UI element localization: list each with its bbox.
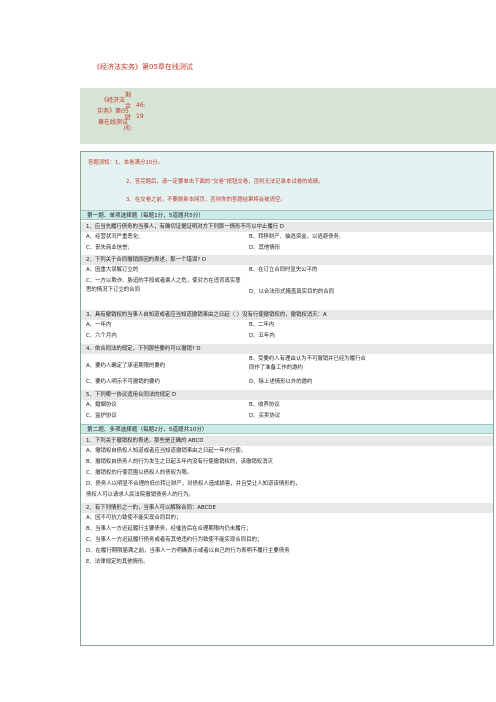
question-title: 2、有下列情形之一的，当事人可以解除合同：ABCDE xyxy=(81,503,493,513)
option-label[interactable]: A、要约人确定了承诺期限的要约 xyxy=(86,362,165,371)
notice-box: 答题须知：1、本卷满分20分。 2、答完题后，请一定要单击下面的“交卷”按钮交卷… xyxy=(81,152,493,210)
option-label[interactable]: B、收养协议 xyxy=(249,401,280,410)
option-label[interactable]: C、要约人明示不可撤销的要约 xyxy=(86,378,160,387)
option-label[interactable]: A、撤销权自债权人知道或者应当知道撤销事由之日起一年内行使。 xyxy=(86,447,246,456)
option-label[interactable]: A、因重大误解订立的 xyxy=(86,266,138,275)
option-label[interactable]: B、在订立合同时显失公平的 xyxy=(249,266,317,275)
option-label[interactable]: A、经营状况严重恶化; xyxy=(86,233,140,242)
section-header-multiple-choice: 第二题、多项选择题（每题2分，5道题共10分） xyxy=(81,424,493,434)
option-label[interactable]: B、二年内 xyxy=(249,321,274,330)
section-header-single-choice: 第一题、单项选择题（每题1分，5道题共5分） xyxy=(81,210,493,220)
test-info-panel: 《经济法 实务》第05 章在线测试 剩 余 时 间: 46: 19 xyxy=(80,88,496,144)
option-label[interactable]: A、婚姻协议 xyxy=(86,401,117,410)
remaining-time-value: 46: 19 xyxy=(136,102,146,120)
option-label[interactable]: B、受要约人有理由认为不可撤销并已经为履行合同作了准备工作的邀约 xyxy=(249,355,369,373)
option-label[interactable]: D、除上述情形以外的邀约 xyxy=(249,378,312,387)
option-label-continued: 债权人可以请求人民法院撤销债务人的行为。 xyxy=(86,492,194,498)
option-label[interactable]: D、五年内 xyxy=(249,332,275,341)
option-label[interactable]: A、一年内 xyxy=(86,321,111,330)
option-label[interactable]: C、当事人一方迟延履行债务或者有其他违约行为致使不能实现合同目的； xyxy=(86,536,262,545)
option-label[interactable]: C、一方以欺诈、胁迫的手段或者乘人之危，使对方在违背真实意思的情况下订立的合同 xyxy=(86,277,244,295)
option-label[interactable]: C、监护协议 xyxy=(86,412,117,421)
option-label[interactable]: D、在履行期限届满之前，当事人一方明确表示或者以自己的行为表明不履行主要债务 xyxy=(86,547,290,556)
notice-line: 3、在交卷之前，不要刷新本网页，否则你的答题结果将会被清空。 xyxy=(126,197,286,203)
question-title: 3、具有撤销权的当事人自知道或者应当知道撤销事由之日起（ ）没有行使撤销权的，撤… xyxy=(81,310,493,320)
option-label[interactable]: A、因不可抗力致使不能实现合同目的； xyxy=(86,514,181,523)
option-label[interactable]: C、撤销权的行使范围以债权人的债权为限。 xyxy=(86,469,192,478)
page-title: 《经济法实务》第05章在线测试 xyxy=(93,63,193,71)
option-label[interactable]: B、转移财产、抽逃资金，以逃避债务; xyxy=(249,233,341,242)
option-label[interactable]: B、当事人一方迟延履行主要债务，经催告后在合理期限内仍未履行； xyxy=(86,525,251,534)
option-label[interactable]: C、丧失商业信誉; xyxy=(86,244,129,253)
option-label[interactable]: D、其他情形 xyxy=(249,244,280,253)
option-label[interactable]: D、买卖协议 xyxy=(249,412,280,421)
question-title: 2、下列关于合同撤销原因的表述，那一个错误? D xyxy=(81,255,493,265)
option-label[interactable]: D、债务人以明显不合理的低价转让财产，对债权人造成损害，并且受让人知道该情形的， xyxy=(86,480,300,489)
question-title: 4、依合同法的规定，下列那些要约可以撤销? D xyxy=(81,344,493,354)
option-label[interactable]: C、六个月内 xyxy=(86,332,117,341)
question-title: 1、下列关于撤销权的表述，那些是正确的 ABCD xyxy=(81,436,493,446)
notice-line: 2、答完题后，请一定要单击下面的“交卷”按钮交卷，否则无法记录本试卷的成绩。 xyxy=(126,179,324,185)
exam-panel: 答题须知：1、本卷满分20分。 2、答完题后，请一定要单击下面的“交卷”按钮交卷… xyxy=(80,151,494,646)
option-label[interactable]: E、法律规定的其他情形。 xyxy=(86,558,149,567)
option-label[interactable]: D、以合法形式掩盖真实目的的合同 xyxy=(249,288,334,297)
option-label[interactable]: B、撤销权自债务人的行为发生之日起五年内没有行使撤销权的，该撤销权消灭 xyxy=(86,458,273,467)
question-title: 5、下列哪一协议适用合同法的规定 D xyxy=(81,390,493,400)
question-title: 1、应当先履行债务的当事人，有确切证据证明对方下列那一情形不可以中止履行 D xyxy=(81,222,493,232)
notice-line: 答题须知：1、本卷满分20分。 xyxy=(88,160,163,166)
remaining-time-label: 剩 余 时 间: xyxy=(123,92,133,132)
